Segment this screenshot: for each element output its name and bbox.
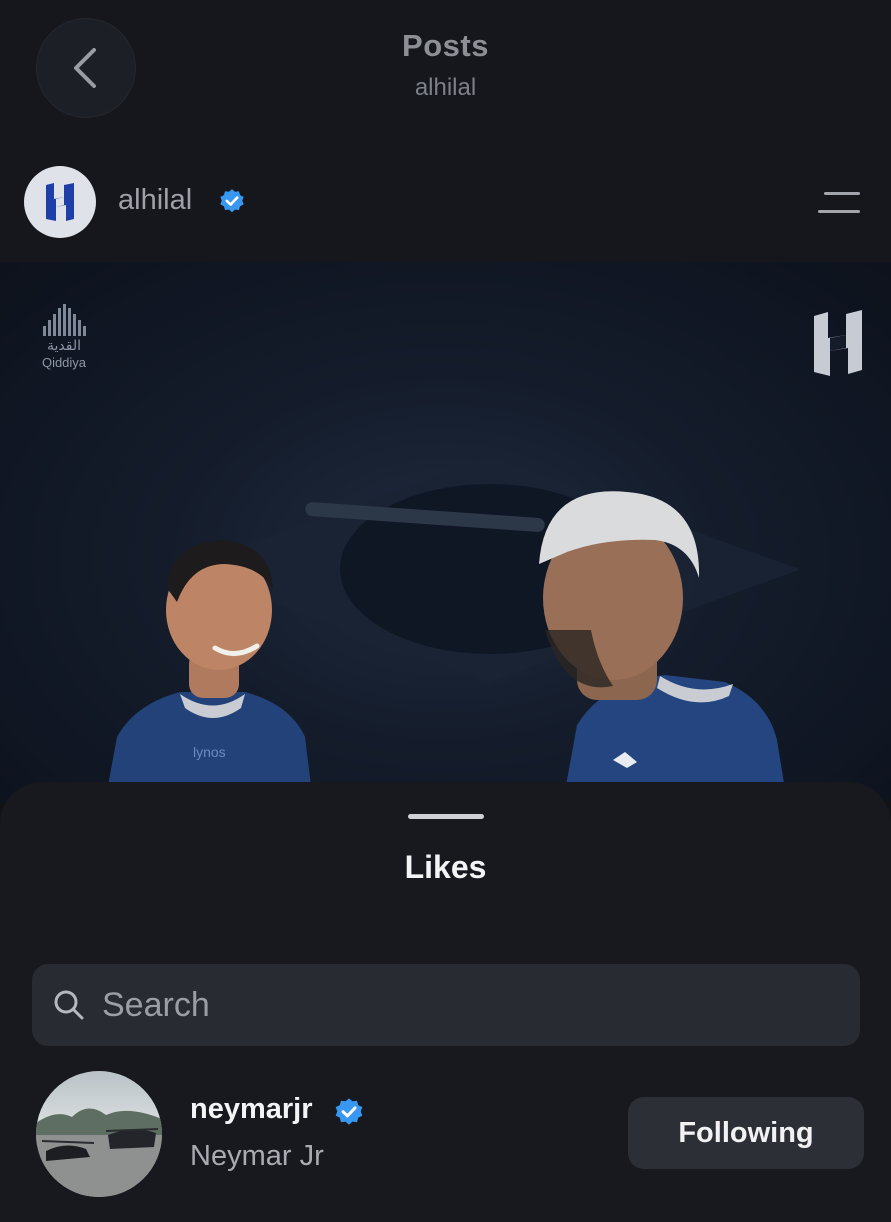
sponsor-logo: القدية Qiddiya <box>28 302 100 370</box>
search-icon <box>54 990 84 1020</box>
verified-badge-icon <box>335 1098 363 1125</box>
likes-title: Likes <box>404 849 487 885</box>
page-subtitle: alhilal <box>414 74 477 101</box>
player-right-illustration <box>539 491 787 802</box>
menu-icon[interactable] <box>818 188 866 218</box>
sponsor-mark <box>28 302 100 336</box>
jersey-sponsor-text: lynos <box>193 744 226 760</box>
club-logo-icon <box>46 183 74 221</box>
account-avatar[interactable] <box>24 166 96 238</box>
avatar-photo <box>36 1108 162 1197</box>
top-navigation-bar: Posts alhilal <box>0 0 891 150</box>
liker-row[interactable]: neymarjr Neymar Jr Following <box>0 1067 891 1197</box>
search-bar[interactable] <box>32 964 860 1046</box>
user-avatar[interactable] <box>36 1071 162 1197</box>
verified-badge-icon <box>220 189 244 213</box>
player-left-illustration: lynos <box>105 540 313 802</box>
following-button[interactable]: Following <box>628 1097 864 1169</box>
search-input[interactable] <box>100 984 824 1026</box>
page-title: Posts <box>402 28 489 63</box>
sheet-grabber[interactable] <box>408 814 484 819</box>
likes-sheet: Likes neymarjr Neymar Jr Following <box>0 782 891 1222</box>
sponsor-english: Qiddiya <box>41 355 87 370</box>
club-crest-icon <box>814 310 862 376</box>
liker-username[interactable]: neymarjr <box>190 1093 313 1126</box>
liker-full-name: Neymar Jr <box>190 1140 324 1172</box>
post-image[interactable]: القدية Qiddiya lynos <box>0 262 891 802</box>
post-author-row: alhilal <box>0 150 891 262</box>
header-titles: Posts alhilal <box>0 28 891 102</box>
account-username[interactable]: alhilal <box>118 184 192 217</box>
sponsor-arabic: القدية <box>47 338 81 354</box>
